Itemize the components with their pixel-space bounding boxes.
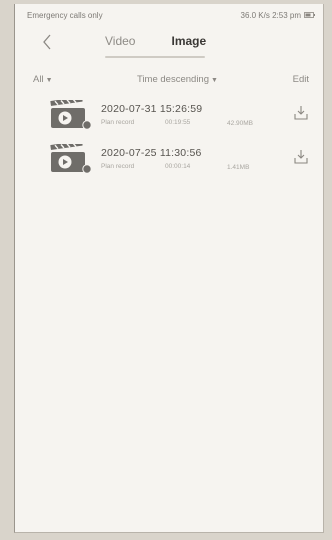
download-icon[interactable] — [293, 149, 309, 165]
nav-bar: Video Image — [15, 26, 323, 66]
filter-all-label: All — [33, 74, 44, 85]
record-time: 2020-07-31 15:26:59 — [101, 103, 203, 115]
video-thumbnail-icon[interactable] — [49, 144, 93, 174]
media-tabs: Video Image — [105, 34, 206, 48]
download-icon[interactable] — [293, 105, 309, 121]
app-screen: Emergency calls only 36.0 K/s 2:53 pm Vi… — [14, 4, 324, 533]
status-bar: Emergency calls only 36.0 K/s 2:53 pm — [15, 4, 323, 26]
video-thumbnail-icon[interactable] — [49, 100, 93, 130]
list-item[interactable]: 2020-07-31 15:26:59 Plan record 00:19:55… — [15, 94, 323, 138]
chevron-left-icon — [43, 34, 51, 50]
status-right: 36.0 K/s 2:53 pm — [241, 11, 315, 20]
caret-down-icon: ▼ — [211, 77, 218, 84]
sort-dropdown[interactable]: Time descending ▼ — [137, 74, 218, 85]
tab-image[interactable]: Image — [171, 34, 206, 48]
list-item[interactable]: 2020-07-25 11:30:56 Plan record 00:00:14… — [15, 138, 323, 182]
record-duration: 00:19:55 — [165, 119, 191, 126]
record-size: 1.41MB — [227, 164, 250, 171]
record-type: Plan record — [101, 119, 135, 126]
record-duration: 00:00:14 — [165, 163, 191, 170]
sort-label: Time descending — [137, 74, 209, 85]
filter-all-dropdown[interactable]: All ▼ — [33, 74, 53, 85]
carrier-text: Emergency calls only — [27, 10, 103, 20]
record-type: Plan record — [101, 163, 135, 170]
filter-bar: All ▼ Time descending ▼ Edit — [15, 66, 323, 94]
battery-icon — [304, 12, 315, 18]
back-button[interactable] — [37, 30, 57, 54]
tab-video[interactable]: Video — [105, 34, 135, 48]
tab-indicator — [105, 56, 205, 58]
record-size: 42.90MB — [227, 120, 254, 127]
caret-down-icon: ▼ — [45, 77, 53, 84]
edit-button[interactable]: Edit — [293, 74, 309, 85]
status-text: 36.0 K/s 2:53 pm — [240, 10, 301, 20]
record-time: 2020-07-25 11:30:56 — [101, 147, 202, 159]
